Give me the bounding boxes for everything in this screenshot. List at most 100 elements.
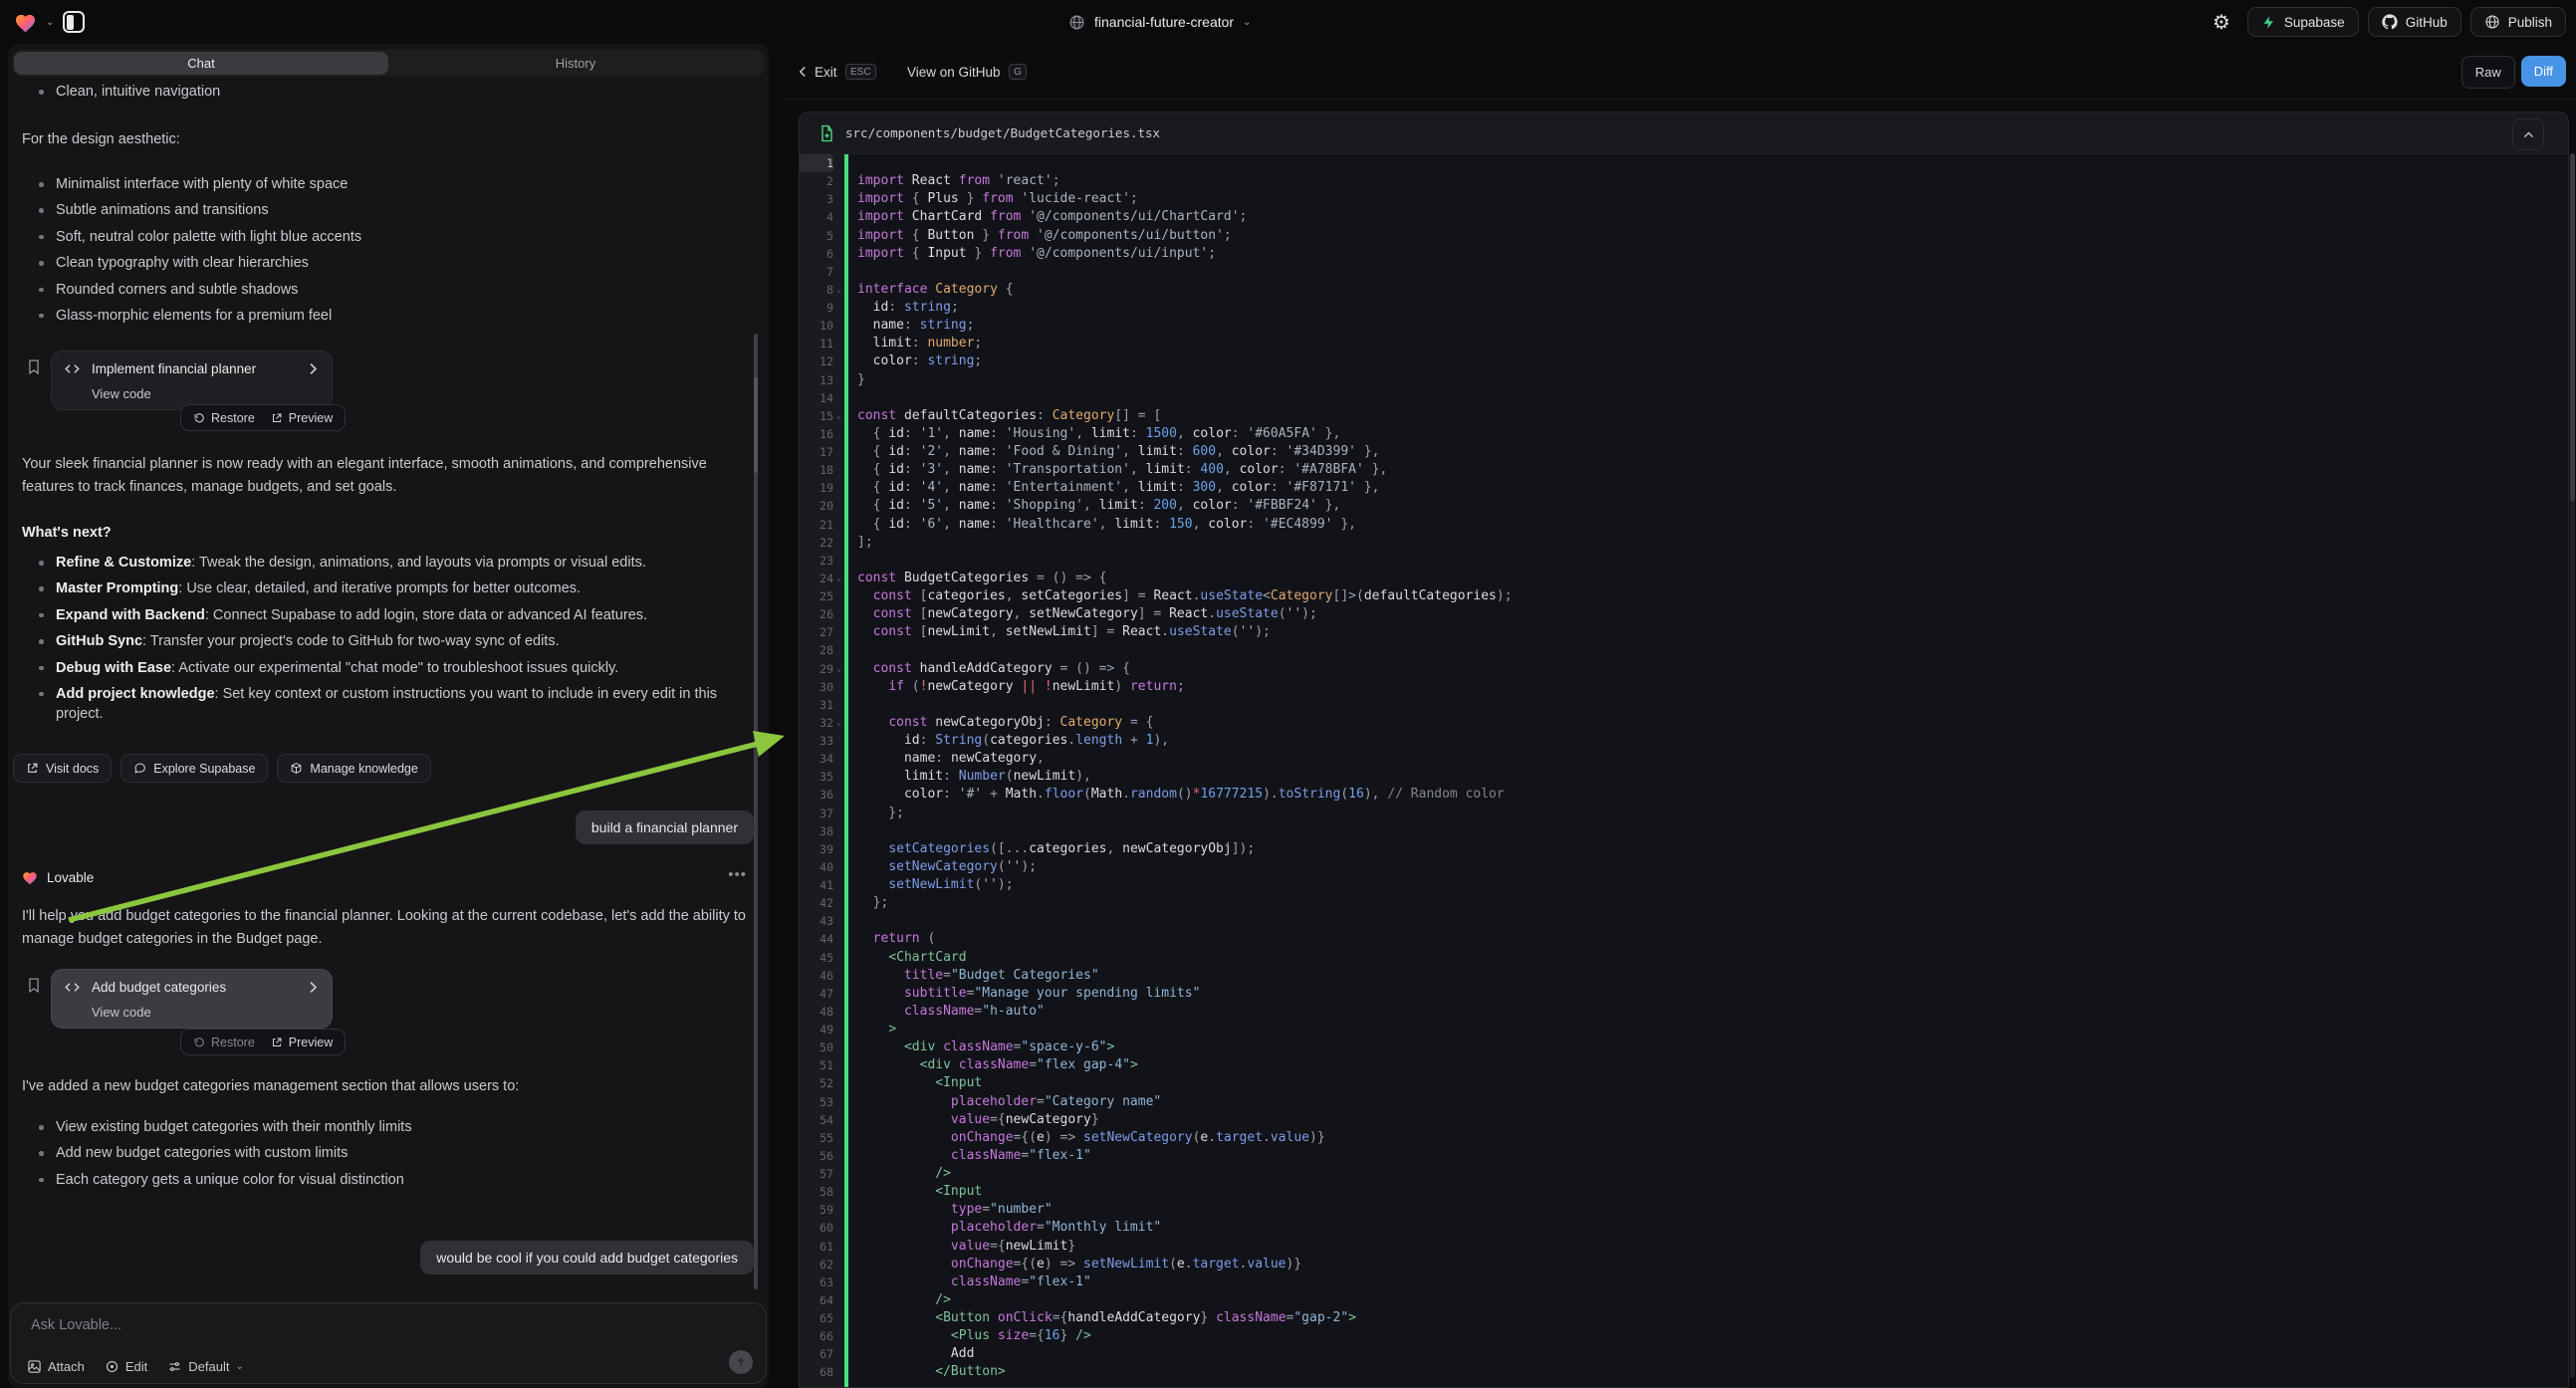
fold-chevron-icon[interactable]: ⌄ bbox=[833, 281, 844, 299]
code-line: 32 ⌄ const newCategoryObj: Category = { bbox=[800, 714, 2568, 732]
line-number: 56 bbox=[800, 1147, 833, 1165]
raw-tab[interactable]: Raw bbox=[2461, 56, 2515, 89]
visit-docs-button[interactable]: Visit docs bbox=[13, 754, 112, 783]
line-number: 65 bbox=[800, 1309, 833, 1327]
preview-button[interactable]: Preview bbox=[271, 411, 333, 425]
fold-chevron-icon[interactable]: ⌄ bbox=[833, 407, 844, 425]
code-line: 16 ⌄ { id: '1', name: 'Housing', limit: … bbox=[800, 425, 2568, 443]
line-number: 18 bbox=[800, 461, 833, 479]
line-content: subtitle="Manage your spending limits" bbox=[844, 985, 1200, 1003]
fold-chevron-icon[interactable]: ⌄ bbox=[833, 660, 844, 678]
line-number: 53 bbox=[800, 1093, 833, 1111]
edit-mode-button[interactable]: Edit bbox=[105, 1359, 147, 1374]
bookmark-icon[interactable] bbox=[27, 358, 41, 375]
line-number: 3 bbox=[800, 190, 833, 208]
line-number: 9 bbox=[800, 299, 833, 317]
line-content: import React from 'react'; bbox=[844, 172, 1060, 190]
line-number: 8 bbox=[800, 281, 833, 299]
github-label: GitHub bbox=[2406, 15, 2448, 30]
line-content: color: string; bbox=[844, 352, 982, 370]
settings-gear-icon[interactable]: ⚙ bbox=[2205, 6, 2238, 38]
line-number: 11 bbox=[800, 335, 833, 352]
item-lead: Refine & Customize bbox=[56, 555, 191, 571]
project-switcher[interactable]: financial-future-creator ⌄ bbox=[1068, 0, 1251, 44]
line-number: 30 bbox=[800, 678, 833, 696]
line-content: <Input bbox=[844, 1183, 982, 1201]
code-lines: 1 ⌄ 2 ⌄ import React from 'react'; 3 ⌄ i… bbox=[800, 154, 2568, 1382]
diff-tab[interactable]: Diff bbox=[2521, 56, 2566, 87]
fold-chevron-icon[interactable]: ⌄ bbox=[833, 714, 844, 732]
assistant-header: Lovable bbox=[22, 870, 94, 885]
code-scrollbar[interactable] bbox=[2570, 153, 2575, 502]
line-number: 38 bbox=[800, 822, 833, 840]
file-path-bar[interactable]: src/components/budget/BudgetCategories.t… bbox=[800, 113, 2568, 154]
code-line: 29 ⌄ const handleAddCategory = () => { bbox=[800, 660, 2568, 678]
assistant-intro: I'll help you add budget categories to t… bbox=[22, 905, 759, 951]
view-on-github-button[interactable]: View on GitHub G bbox=[907, 44, 1027, 100]
fold-chevron-icon[interactable]: ⌄ bbox=[833, 570, 844, 587]
model-selector[interactable]: Default ⌄ bbox=[167, 1359, 244, 1374]
edit-target-icon bbox=[105, 1359, 119, 1374]
line-number: 21 bbox=[800, 516, 833, 534]
code-editor[interactable]: 1 ⌄ 2 ⌄ import React from 'react'; 3 ⌄ i… bbox=[800, 154, 2568, 1387]
explore-supabase-button[interactable]: Explore Supabase bbox=[120, 754, 268, 783]
supabase-bolt-icon bbox=[2261, 15, 2276, 30]
github-button[interactable]: GitHub bbox=[2368, 7, 2461, 37]
line-number: 40 bbox=[800, 858, 833, 876]
restore-button[interactable]: Restore bbox=[193, 411, 255, 425]
project-chevron-down-icon: ⌄ bbox=[1243, 17, 1251, 28]
attach-button[interactable]: Attach bbox=[27, 1359, 85, 1374]
chat-input-toolbar: Attach Edit Default ⌄ bbox=[27, 1359, 244, 1374]
publish-button[interactable]: Publish bbox=[2470, 7, 2566, 37]
logo-chevron-down-icon[interactable]: ⌄ bbox=[46, 17, 54, 28]
send-button[interactable] bbox=[729, 1350, 753, 1374]
line-content: className="flex-1" bbox=[844, 1273, 1091, 1291]
added-bullet-list: View existing budget categories with the… bbox=[22, 1117, 749, 1196]
line-number: 59 bbox=[800, 1201, 833, 1219]
tab-chat[interactable]: Chat bbox=[14, 52, 388, 75]
added-file-icon bbox=[820, 124, 834, 142]
code-line: 25 ⌄ const [categories, setCategories] =… bbox=[800, 587, 2568, 605]
message-more-menu-icon[interactable]: ••• bbox=[728, 866, 747, 883]
view-code-link[interactable]: View code bbox=[92, 1005, 151, 1020]
lovable-logo-icon[interactable] bbox=[14, 12, 37, 33]
code-line: 66 ⌄ <Plus size={16} /> bbox=[800, 1327, 2568, 1345]
line-number: 51 bbox=[800, 1056, 833, 1074]
code-line: 38 ⌄ bbox=[800, 822, 2568, 840]
chat-input-box[interactable]: Ask Lovable... Attach Edit Default ⌄ bbox=[10, 1302, 767, 1384]
restore-label: Restore bbox=[211, 1036, 255, 1049]
supabase-button[interactable]: Supabase bbox=[2247, 7, 2359, 37]
collapse-file-button[interactable] bbox=[2512, 118, 2544, 150]
line-number: 5 bbox=[800, 227, 833, 245]
chat-scrollbar[interactable] bbox=[754, 334, 758, 1289]
file-diff-card: src/components/budget/BudgetCategories.t… bbox=[799, 112, 2569, 1388]
external-link-icon bbox=[26, 762, 39, 775]
line-number: 44 bbox=[800, 930, 833, 948]
view-code-link[interactable]: View code bbox=[92, 386, 151, 401]
tab-history[interactable]: History bbox=[388, 52, 763, 75]
manage-knowledge-button[interactable]: Manage knowledge bbox=[277, 754, 430, 783]
line-number: 46 bbox=[800, 967, 833, 985]
code-line: 10 ⌄ name: string; bbox=[800, 317, 2568, 335]
whats-next-item: Expand with Backend: Connect Supabase to… bbox=[22, 605, 759, 625]
code-line: 6 ⌄ import { Input } from '@/components/… bbox=[800, 245, 2568, 263]
code-line: 5 ⌄ import { Button } from '@/components… bbox=[800, 227, 2568, 245]
preview-button[interactable]: Preview bbox=[271, 1036, 333, 1049]
bullet-item: Minimalist interface with plenty of whit… bbox=[22, 174, 749, 194]
preview-label: Preview bbox=[289, 411, 333, 425]
line-number: 27 bbox=[800, 623, 833, 641]
bullet-item: Clean typography with clear hierarchies bbox=[22, 253, 749, 273]
restore-button[interactable]: Restore bbox=[193, 1036, 255, 1049]
chat-footer-buttons: Visit docs Explore Supabase Manage knowl… bbox=[13, 754, 431, 783]
bookmark-icon[interactable] bbox=[27, 977, 41, 994]
version-card-implement-financial-planner[interactable]: Implement financial planner View code bbox=[51, 350, 333, 410]
line-content: placeholder="Category name" bbox=[844, 1093, 1161, 1111]
exit-button[interactable]: Exit ESC bbox=[799, 44, 876, 100]
code-line: 46 ⌄ title="Budget Categories" bbox=[800, 967, 2568, 985]
sidebar-toggle-icon[interactable] bbox=[63, 11, 85, 33]
line-content: setNewCategory(''); bbox=[844, 858, 1037, 876]
line-number: 45 bbox=[800, 949, 833, 967]
version-card-add-budget-categories[interactable]: Add budget categories View code bbox=[51, 969, 333, 1029]
chat-input-placeholder: Ask Lovable... bbox=[31, 1317, 121, 1333]
version-card-title: Implement financial planner bbox=[92, 361, 256, 376]
